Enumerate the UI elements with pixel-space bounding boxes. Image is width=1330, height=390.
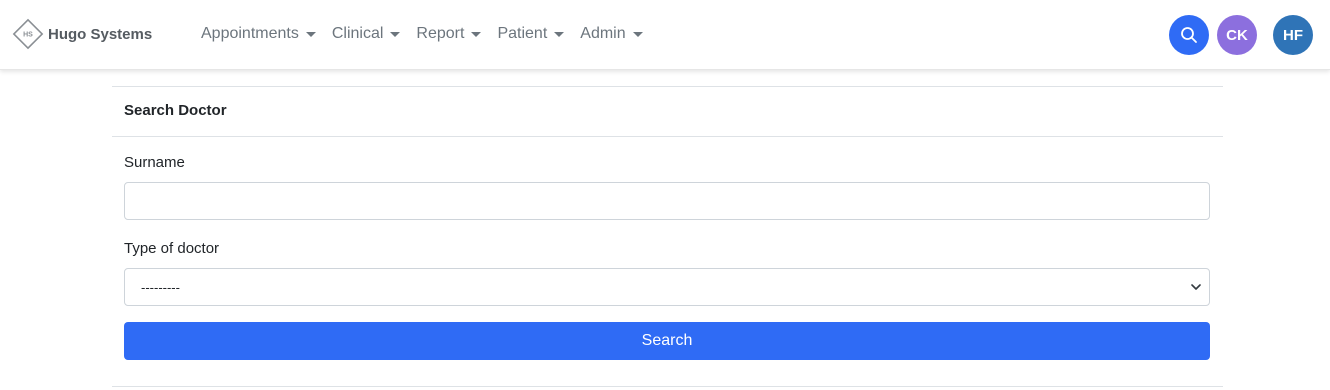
top-navbar: HS Hugo Systems Appointments Clinical Re… [0,0,1330,70]
chevron-down-icon [1191,284,1201,290]
card-title: Search Doctor [112,87,1223,137]
chevron-down-icon [390,31,401,37]
nav-clinical[interactable]: Clinical [332,22,401,46]
nav-report[interactable]: Report [416,22,482,46]
nav-report-label: Report [416,25,465,42]
nav-patient-label: Patient [497,25,548,42]
nav-admin[interactable]: Admin [580,22,643,46]
chevron-down-icon [471,31,482,37]
brand-logo-text: HS [23,32,33,39]
chevron-down-icon [554,31,565,37]
doctor-type-selected: --------- [141,279,180,295]
brand[interactable]: HS Hugo Systems [12,18,152,50]
surname-input[interactable] [124,182,1210,220]
nav-appointments-label: Appointments [201,25,299,42]
brand-logo: HS [12,18,44,50]
nav-appointments[interactable]: Appointments [201,22,316,46]
doctor-type-select[interactable]: --------- [124,268,1210,306]
avatar-ck[interactable]: CK [1217,15,1257,55]
chevron-down-icon [632,31,643,37]
nav-actions: CK HF [1169,15,1313,55]
search-icon [1181,27,1197,43]
avatar-hf[interactable]: HF [1273,15,1313,55]
chevron-down-icon [305,31,316,37]
global-search-button[interactable] [1169,15,1209,55]
nav-clinical-label: Clinical [331,25,384,42]
nav-patient[interactable]: Patient [497,22,565,46]
nav-admin-label: Admin [580,25,626,42]
brand-name: Hugo Systems [48,25,153,43]
search-doctor-card: Search Doctor Surname Type of doctor ---… [112,86,1223,387]
doctor-type-label: Type of doctor [124,240,220,257]
surname-label: Surname [124,154,185,171]
search-form: Surname Type of doctor --------- Search [112,137,1223,360]
search-button[interactable]: Search [124,322,1210,360]
main-nav: Appointments Clinical Report Patient Adm… [201,22,659,46]
